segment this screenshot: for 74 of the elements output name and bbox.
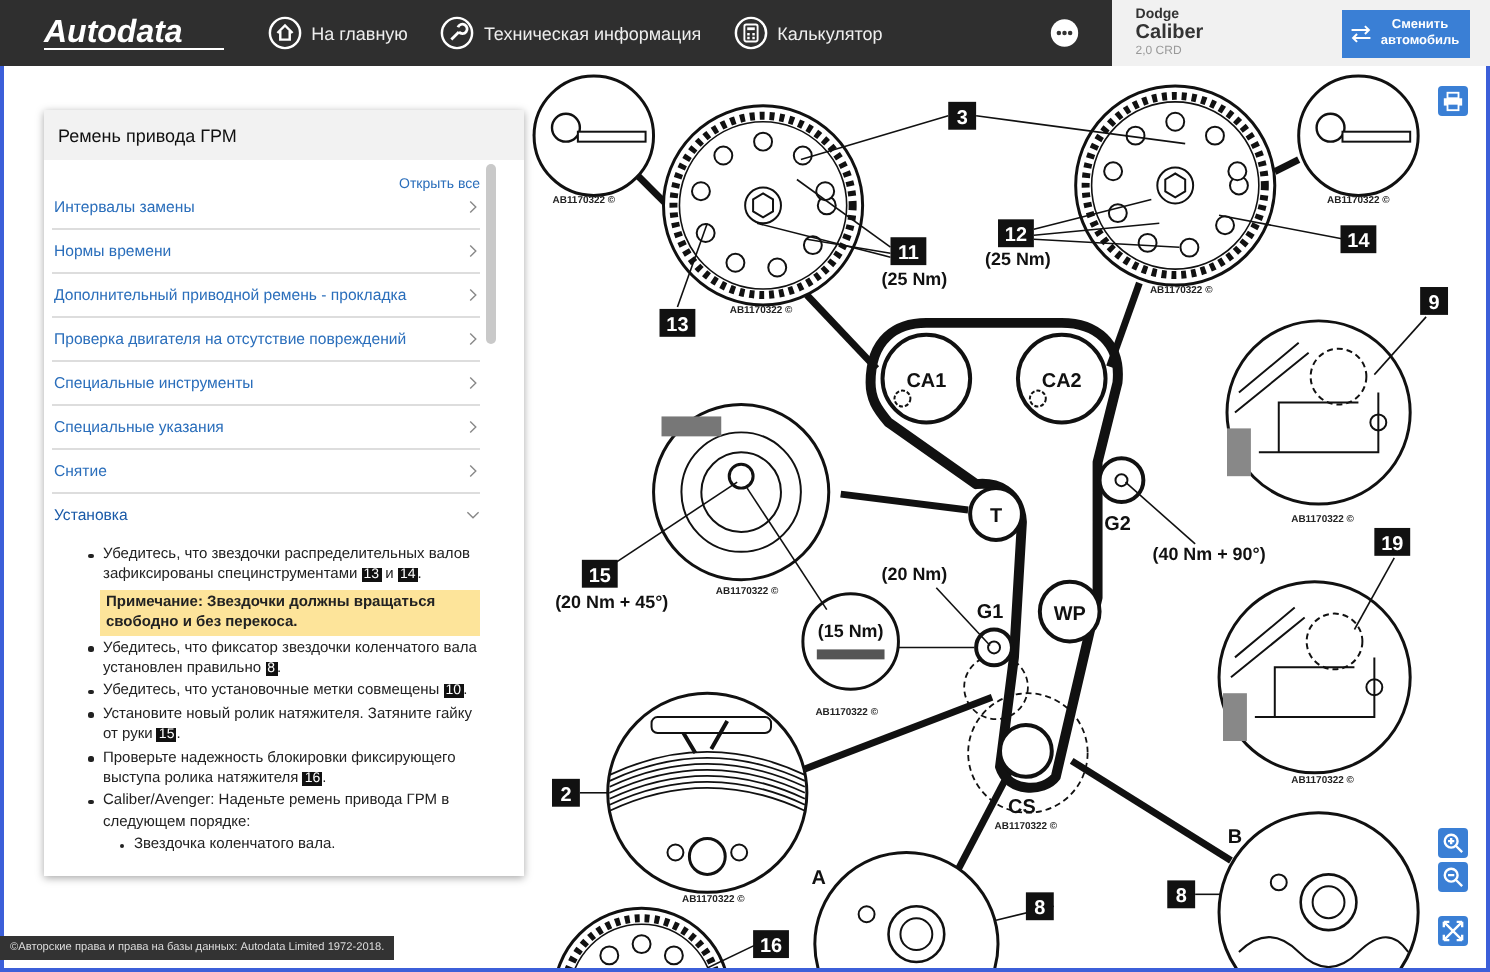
leader-line — [1194, 893, 1222, 896]
wrench-icon — [439, 16, 474, 50]
pulley-label: WP — [1053, 603, 1086, 626]
expand-icon — [1442, 920, 1464, 942]
callout-number: 11 — [890, 237, 927, 266]
chevron-right-icon — [466, 464, 480, 478]
pin-detail-drawing — [1297, 74, 1420, 197]
torque-label: (25 Nm) — [985, 249, 1051, 270]
print-button[interactable] — [1438, 86, 1468, 116]
chevron-right-icon — [466, 288, 480, 302]
chevron-right-icon — [466, 332, 480, 346]
callout-number: 16 — [753, 930, 789, 959]
zoom-out-button[interactable] — [1438, 862, 1468, 892]
leader-line — [579, 792, 611, 794]
pulley-label: CS — [1008, 796, 1036, 819]
leader-line — [676, 222, 709, 308]
callout-number: 8 — [1025, 892, 1054, 921]
home-icon — [267, 16, 302, 50]
callout-number: 3 — [948, 101, 977, 130]
nav-link[interactable]: На главную — [267, 16, 408, 50]
more-options-icon[interactable] — [1050, 16, 1080, 50]
leader-line — [1353, 557, 1396, 631]
bullet-icon — [119, 843, 124, 849]
torque-label: (40 Nm + 90°) — [1152, 543, 1266, 564]
fullscreen-button[interactable] — [1438, 916, 1468, 946]
chevron-right-icon — [466, 420, 480, 434]
torque-label: (20 Nm) — [881, 563, 948, 584]
vehicle-model: Caliber — [1135, 24, 1204, 44]
callout-number: 19 — [1374, 527, 1411, 556]
callout-number: 9 — [1420, 287, 1448, 315]
torque-label: (15 Nm) — [817, 621, 884, 642]
scrollbar[interactable] — [486, 164, 496, 344]
pulley-label: G2 — [1104, 513, 1131, 536]
zoom-out-icon — [1442, 866, 1464, 888]
calculator-icon — [733, 16, 768, 50]
nav-link[interactable]: Техническая информация — [439, 16, 702, 50]
callout-number: 2 — [552, 778, 580, 807]
leader-line — [1373, 316, 1427, 376]
bolt-detail-drawing — [801, 592, 900, 691]
pulley-label: CA2 — [1041, 370, 1082, 393]
leader-line — [706, 943, 758, 968]
panel-title: Ремень привода ГРМ — [58, 125, 237, 145]
swap-arrows-icon — [1350, 23, 1372, 43]
leader-line — [1218, 214, 1346, 241]
bullet-icon — [88, 756, 93, 762]
chevron-right-icon — [466, 244, 480, 258]
callout-number: 14 — [1340, 225, 1377, 254]
leader-line — [612, 481, 738, 565]
chevron-down-icon — [466, 508, 480, 522]
print-icon — [1442, 90, 1464, 112]
pulley-label: T — [989, 506, 1003, 528]
view-letter: A — [811, 868, 826, 891]
pin-detail-drawing — [532, 74, 656, 197]
bullet-icon — [88, 553, 93, 558]
bullet-icon — [88, 712, 93, 718]
nav-link[interactable]: Калькулятор — [733, 16, 883, 50]
chevron-right-icon — [466, 200, 480, 214]
leader-line — [1273, 156, 1301, 175]
autodata-logo[interactable]: Autodata — [44, 17, 224, 49]
view-letter: B — [1227, 826, 1243, 849]
bullet-icon — [88, 646, 93, 652]
pulley-label: G1 — [976, 601, 1004, 624]
callout-number: 13 — [659, 308, 696, 337]
zoom-in-button[interactable] — [1438, 828, 1468, 858]
bullet-icon — [88, 799, 93, 805]
bullet-icon — [88, 689, 93, 695]
zoom-in-icon — [1442, 832, 1464, 854]
torque-label: (20 Nm + 45°) — [555, 591, 669, 612]
callout-number: 15 — [581, 559, 618, 588]
chevron-right-icon — [466, 376, 480, 390]
callout-number: 8 — [1167, 880, 1196, 909]
callout-number: 12 — [998, 219, 1034, 248]
pulley-label: CA1 — [906, 370, 947, 393]
torque-label: (25 Nm) — [881, 269, 948, 290]
